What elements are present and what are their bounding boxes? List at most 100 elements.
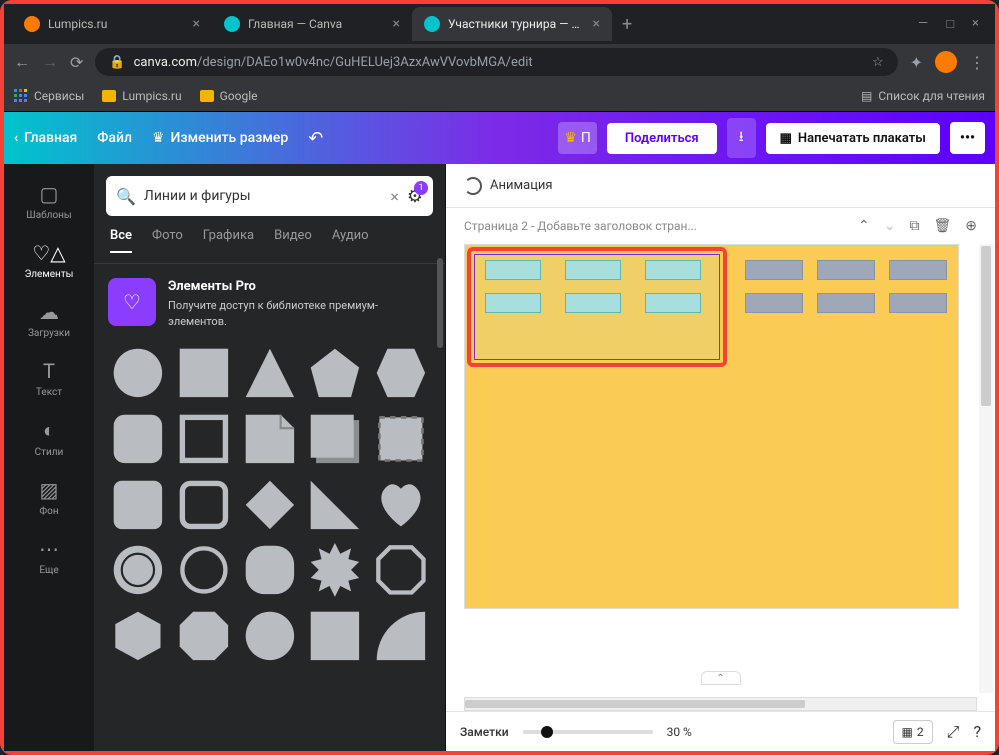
print-button[interactable]: ▦Напечатать плакаты xyxy=(766,123,940,154)
canvas-shape[interactable] xyxy=(745,260,803,280)
shape-octagon-filled[interactable] xyxy=(174,606,234,666)
design-page[interactable] xyxy=(464,244,959,609)
page-down-icon[interactable]: ⌄ xyxy=(884,218,896,234)
resize-button[interactable]: ♛Изменить размер xyxy=(152,130,288,146)
download-button[interactable]: ⭳ xyxy=(727,118,756,158)
shape-diamond[interactable] xyxy=(240,475,300,535)
scroll-thumb[interactable] xyxy=(981,246,991,406)
clear-icon[interactable]: × xyxy=(390,187,399,206)
fullscreen-icon[interactable]: ⤢ xyxy=(947,722,960,742)
new-tab-button[interactable]: + xyxy=(612,14,642,35)
canvas-shape[interactable] xyxy=(817,260,875,280)
shape-circle2[interactable] xyxy=(240,606,300,666)
rail-elements[interactable]: ♡△Элементы xyxy=(4,231,94,290)
forward-icon[interactable]: → xyxy=(42,52,58,72)
filter-button[interactable]: ⚙1 xyxy=(407,186,423,207)
shape-superellipse[interactable] xyxy=(240,540,300,600)
browser-tab[interactable]: Главная — Canva × xyxy=(212,7,412,41)
shape-square2[interactable] xyxy=(305,606,365,666)
reading-list-button[interactable]: ▤Список для чтения xyxy=(861,89,985,103)
page-indicator[interactable]: ▦2 xyxy=(893,720,933,744)
page-up-icon[interactable]: ⌃ xyxy=(858,218,870,234)
share-button[interactable]: Поделиться xyxy=(607,123,717,154)
search-input[interactable] xyxy=(144,188,382,204)
tab-all[interactable]: Все xyxy=(110,228,132,253)
profile-avatar[interactable] xyxy=(935,51,957,73)
canvas-viewport[interactable]: ⌃ xyxy=(446,244,995,693)
rail-background[interactable]: ▨Фон xyxy=(4,468,94,527)
canvas-shape-selected[interactable] xyxy=(485,260,541,280)
browser-tab[interactable]: Lumpics.ru × xyxy=(12,7,212,41)
close-icon[interactable]: × xyxy=(393,16,400,32)
shape-square-shadow[interactable] xyxy=(305,409,365,469)
canvas-shape-selected[interactable] xyxy=(645,260,701,280)
maximize-icon[interactable]: □ xyxy=(946,16,954,32)
tab-audio[interactable]: Аудио xyxy=(332,228,369,253)
minimize-icon[interactable]: — xyxy=(918,16,928,32)
panel-scrollbar[interactable] xyxy=(437,228,445,751)
rail-styles[interactable]: ◐Стили xyxy=(4,408,94,468)
shape-right-triangle[interactable] xyxy=(305,475,365,535)
canvas-shape-selected[interactable] xyxy=(565,293,621,313)
duplicate-icon[interactable]: ⧉ xyxy=(909,218,919,234)
canvas-shape-selected[interactable] xyxy=(565,260,621,280)
bookmark-services[interactable]: Сервисы xyxy=(14,89,84,103)
vertical-scrollbar[interactable] xyxy=(979,244,993,693)
shape-square-folded[interactable] xyxy=(240,409,300,469)
undo-icon[interactable]: ↶ xyxy=(308,128,323,149)
shape-circle-outline[interactable] xyxy=(174,540,234,600)
page-title[interactable]: Страница 2 - Добавьте заголовок стран... xyxy=(464,219,848,233)
shape-rounded-square2[interactable] xyxy=(108,475,168,535)
shape-rounded-square[interactable] xyxy=(108,409,168,469)
tab-graphics[interactable]: Графика xyxy=(203,228,254,253)
tab-video[interactable]: Видео xyxy=(274,228,312,253)
rail-text[interactable]: TТекст xyxy=(4,349,94,408)
zoom-value[interactable]: 30 % xyxy=(667,725,707,739)
file-menu[interactable]: Файл xyxy=(97,130,132,146)
shape-star-burst[interactable] xyxy=(305,540,365,600)
add-page-icon[interactable]: ⊕ xyxy=(965,218,977,234)
rail-uploads[interactable]: ☁Загрузки xyxy=(4,290,94,349)
star-icon[interactable]: ☆ xyxy=(872,55,884,70)
zoom-handle[interactable] xyxy=(541,726,553,738)
shape-triangle-filled[interactable] xyxy=(240,343,300,403)
expand-pages-tab[interactable]: ⌃ xyxy=(701,671,741,685)
rail-templates[interactable]: ▢Шаблоны xyxy=(4,172,94,231)
scroll-thumb[interactable] xyxy=(465,700,805,708)
extensions-icon[interactable]: ✦ xyxy=(910,53,923,72)
tab-photo[interactable]: Фото xyxy=(152,228,183,253)
animation-button[interactable]: Анимация xyxy=(490,178,553,193)
shape-hexagon2[interactable] xyxy=(108,606,168,666)
zoom-slider[interactable] xyxy=(523,730,653,734)
shape-heart[interactable] xyxy=(371,475,431,535)
close-icon[interactable]: × xyxy=(193,16,200,32)
horizontal-scrollbar[interactable] xyxy=(464,697,977,711)
more-button[interactable]: ••• xyxy=(950,122,985,154)
shape-square-dashed[interactable] xyxy=(371,409,431,469)
delete-icon[interactable]: 🗑 xyxy=(933,218,951,234)
canvas-shape[interactable] xyxy=(745,293,803,313)
back-icon[interactable]: ← xyxy=(14,52,30,72)
shape-rounded-outline[interactable] xyxy=(174,475,234,535)
browser-tab-active[interactable]: Участники турнира — Плакат × xyxy=(412,7,612,41)
shape-octagon-outline[interactable] xyxy=(371,540,431,600)
menu-icon[interactable]: ⋮ xyxy=(969,53,985,72)
shape-circle-filled[interactable] xyxy=(108,343,168,403)
close-icon[interactable]: × xyxy=(593,16,600,32)
help-icon[interactable]: ? xyxy=(973,722,981,741)
bookmark-lumpics[interactable]: Lumpics.ru xyxy=(102,89,181,103)
shape-hexagon-filled[interactable] xyxy=(371,343,431,403)
url-bar[interactable]: 🔒 canva.com/design/DAEo1w0v4nc/GuHELUej3… xyxy=(95,48,897,76)
shape-arc[interactable] xyxy=(371,606,431,666)
bookmark-google[interactable]: Google xyxy=(200,89,258,103)
canvas-shape-selected[interactable] xyxy=(485,293,541,313)
reload-icon[interactable]: ⟳ xyxy=(70,53,83,72)
home-button[interactable]: ‹Главная xyxy=(14,130,77,146)
canvas-shape[interactable] xyxy=(889,260,947,280)
canvas-shape-selected[interactable] xyxy=(645,293,701,313)
shape-badge[interactable] xyxy=(108,540,168,600)
shape-square-outline[interactable] xyxy=(174,409,234,469)
shape-pentagon-filled[interactable] xyxy=(305,343,365,403)
premium-badge[interactable]: ♛П xyxy=(558,122,597,154)
canvas-shape[interactable] xyxy=(817,293,875,313)
